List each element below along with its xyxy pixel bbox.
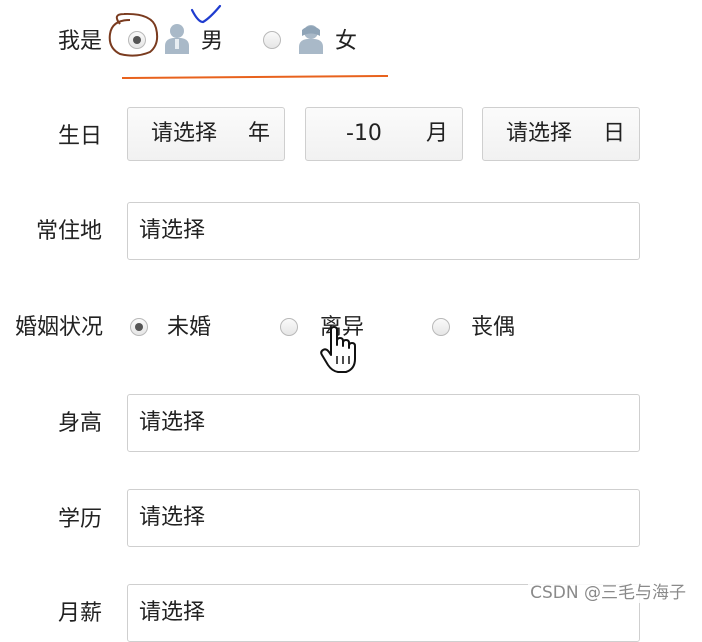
birth-month-unit: 月: [425, 121, 448, 146]
female-user-icon: [299, 25, 323, 54]
orange-underline-annotation: [121, 75, 389, 79]
marital-label: 婚姻状况: [14, 315, 103, 340]
birth-day-value: 请选择: [506, 121, 573, 146]
gender-female-text: 女: [335, 29, 358, 54]
gender-male-text: 男: [201, 29, 224, 54]
residence-label: 常住地: [35, 219, 102, 244]
residence-value: 请选择: [139, 218, 206, 243]
hand-cursor-icon: [320, 326, 356, 373]
birth-day-unit: 日: [602, 121, 625, 146]
education-select[interactable]: 请选择: [127, 489, 640, 547]
birth-month-value: -10: [346, 121, 382, 146]
male-user-icon: [165, 24, 189, 54]
education-value: 请选择: [139, 505, 206, 530]
marital-unmarried-text: 未婚: [167, 315, 212, 340]
birth-year-select[interactable]: 请选择 年: [127, 107, 285, 161]
blue-check-annotation: [190, 4, 222, 24]
gender-female-radio[interactable]: [263, 31, 281, 49]
birth-year-value: 请选择: [151, 121, 218, 146]
height-value: 请选择: [139, 410, 206, 435]
partial-value: 请选择: [139, 600, 206, 625]
marital-widowed-text: 丧偶: [471, 315, 516, 340]
birth-day-select[interactable]: 请选择 日: [482, 107, 640, 161]
birthday-label: 生日: [57, 124, 102, 149]
education-label: 学历: [57, 507, 102, 532]
marital-unmarried-radio[interactable]: [130, 318, 148, 336]
gender-label: 我是: [57, 29, 102, 54]
gender-male-radio[interactable]: [128, 31, 146, 49]
partial-label: 月薪: [57, 601, 102, 626]
birth-year-unit: 年: [247, 121, 270, 146]
height-select[interactable]: 请选择: [127, 394, 640, 452]
height-label: 身高: [57, 411, 102, 436]
marital-widowed-radio[interactable]: [432, 318, 450, 336]
marital-divorced-radio[interactable]: [280, 318, 298, 336]
watermark: CSDN @三毛与海子: [528, 578, 688, 603]
birth-month-select[interactable]: -10 月: [305, 107, 463, 161]
residence-select[interactable]: 请选择: [127, 202, 640, 260]
